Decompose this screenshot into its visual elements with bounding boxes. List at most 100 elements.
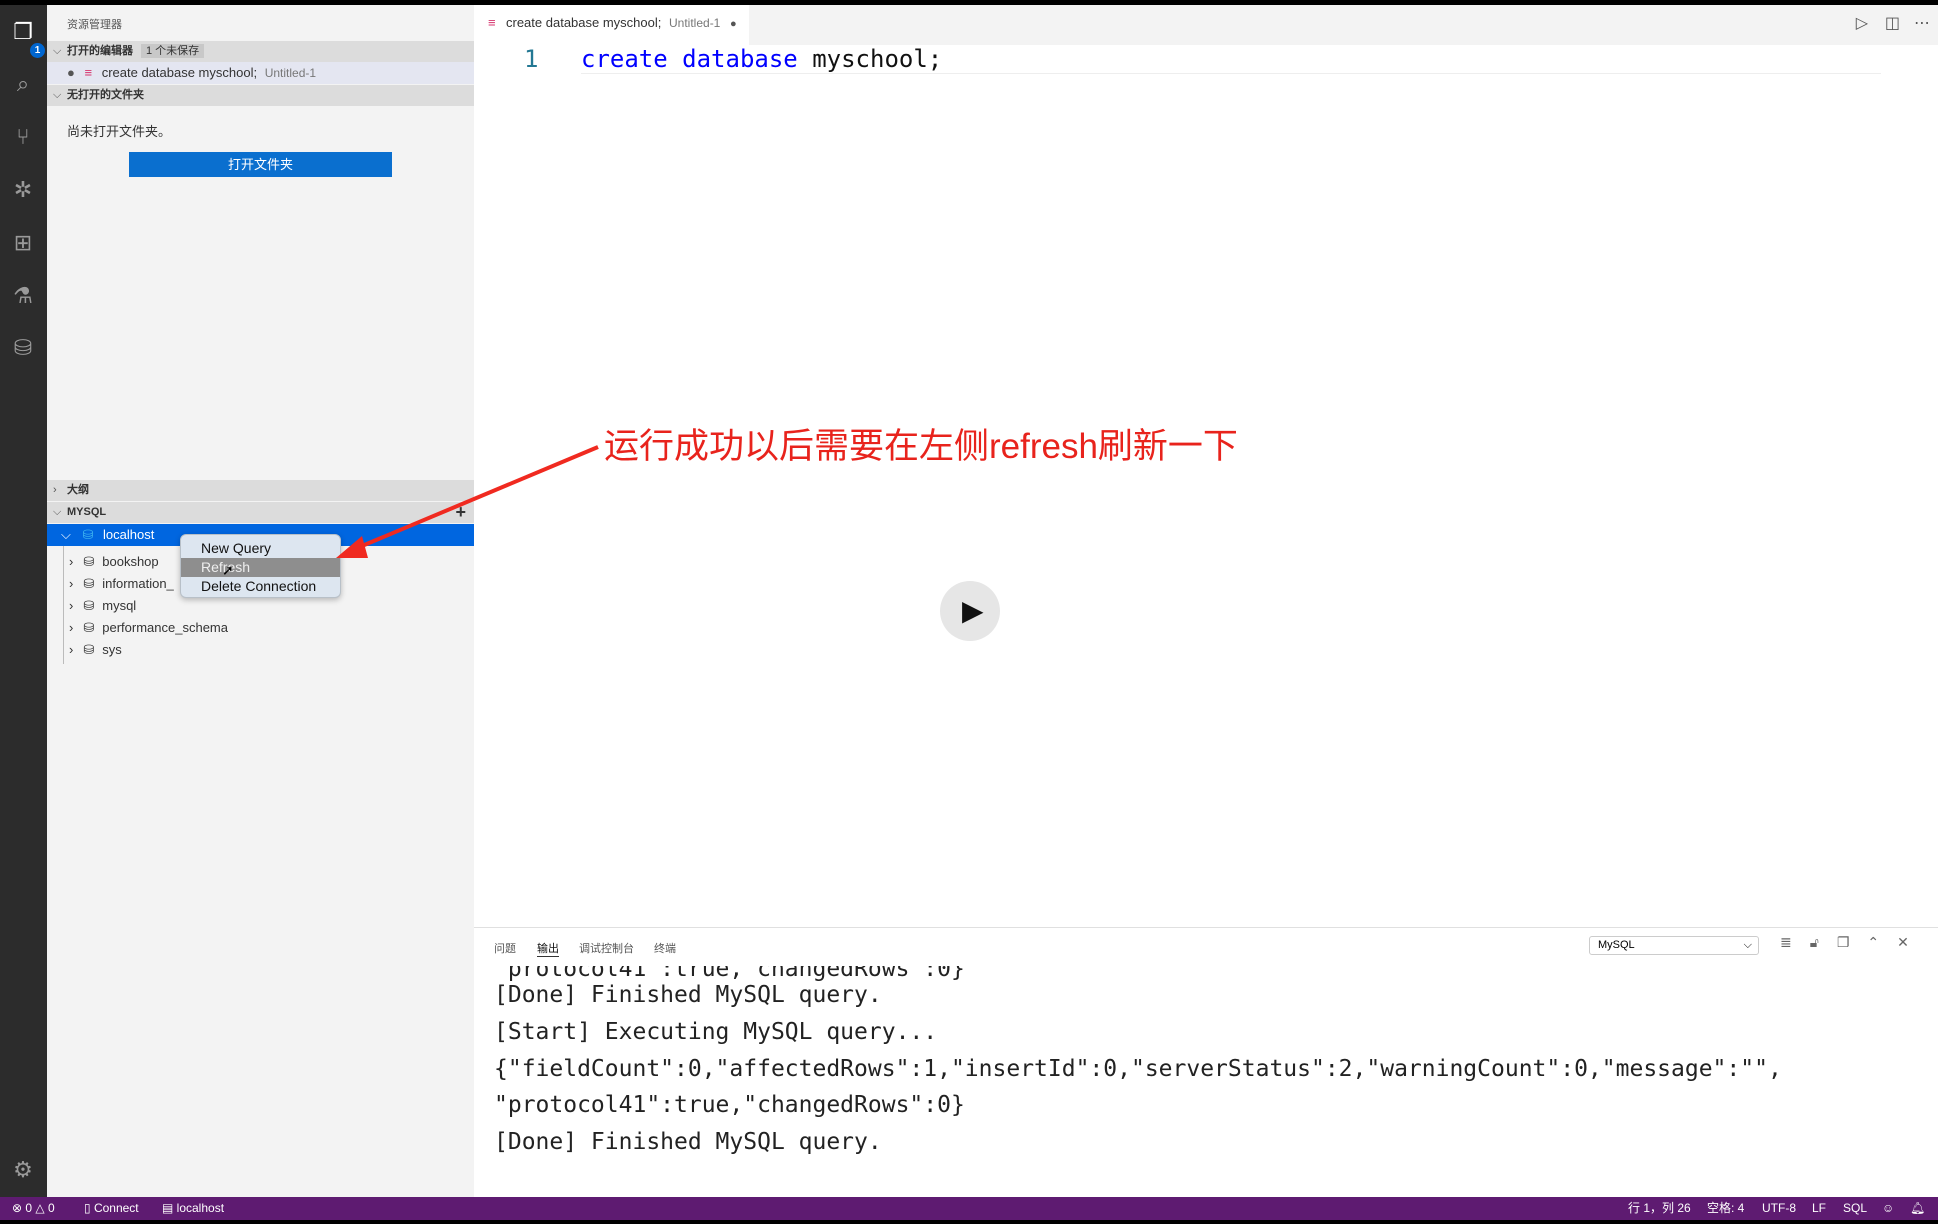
activity-bar: ❐ 1 ⌕ ⑂ ✲ ⊞ ⚗ ⛁ ⚙ <box>0 5 47 1197</box>
database-name: performance_schema <box>102 620 228 635</box>
bell-icon[interactable]: 🔔︎ <box>1910 1197 1925 1220</box>
open-editor-name: create database myschool; <box>101 65 258 80</box>
context-menu: New Query Refresh Delete Connection <box>180 534 341 598</box>
channel-value: MySQL <box>1598 939 1635 951</box>
editor: ≡ create database myschool; Untitled-1 ●… <box>474 5 1938 927</box>
output-line: [Done] Finished MySQL query. <box>494 1129 882 1155</box>
test-beaker-icon[interactable]: ⚗ <box>8 281 38 311</box>
chevron-down-icon: ⌵ <box>53 89 62 101</box>
indentation[interactable]: 空格: 4 <box>1707 1197 1744 1220</box>
play-button[interactable]: ▶ <box>940 581 1000 641</box>
code-text: myschool; <box>797 45 943 73</box>
copy-icon[interactable]: ❐ <box>1837 934 1850 951</box>
database-icon: ⛁ <box>83 554 95 569</box>
chevron-right-icon: › <box>53 484 57 496</box>
database-item[interactable]: › ⛁ performance_schema <box>47 617 474 639</box>
explorer-badge: 1 <box>30 43 45 58</box>
run-icon[interactable]: ▷ <box>1856 13 1868 33</box>
output-line: [Done] Finished MySQL query. <box>494 982 882 1008</box>
open-editors-header[interactable]: ⌵ 打开的编辑器 1 个未保存 <box>47 41 474 62</box>
encoding[interactable]: UTF-8 <box>1762 1197 1796 1220</box>
output-line: {"fieldCount":0,"affectedRows":1,"insert… <box>494 1056 1782 1082</box>
status-bar: ⊗ 0 △ 0 ▯ Connect ▤ localhost 行 1，列 26 空… <box>0 1197 1938 1220</box>
add-connection-icon[interactable]: + <box>455 502 466 523</box>
outline-header[interactable]: › 大纲 <box>47 480 474 501</box>
tab-bar: ≡ create database myschool; Untitled-1 ●… <box>474 5 1938 45</box>
cursor-position[interactable]: 行 1，列 26 <box>1628 1197 1691 1220</box>
line-number: 1 <box>524 45 539 73</box>
gear-icon[interactable]: ⚙ <box>8 1155 38 1185</box>
language-mode[interactable]: SQL <box>1843 1197 1867 1220</box>
code-line[interactable]: create database myschool; <box>581 45 942 73</box>
current-line-highlight <box>581 73 1881 74</box>
split-editor-icon[interactable]: ◫ <box>1885 13 1900 33</box>
tab-terminal[interactable]: 终端 <box>654 940 676 956</box>
editor-tab[interactable]: ≡ create database myschool; Untitled-1 ● <box>474 5 749 45</box>
end-of-line[interactable]: LF <box>1812 1197 1826 1220</box>
no-folder-message: 尚未打开文件夹。 <box>67 124 172 139</box>
menu-item-new-query[interactable]: New Query <box>181 539 340 558</box>
sidebar-title: 资源管理器 <box>67 19 122 31</box>
database-icon: ⛁ <box>83 620 95 635</box>
clear-output-icon[interactable]: ≣ <box>1780 934 1792 951</box>
open-editor-item[interactable]: ● ≡ create database myschool; Untitled-1 <box>47 62 474 84</box>
menu-item-delete-connection[interactable]: Delete Connection <box>181 577 340 596</box>
database-file-icon: ≡ <box>84 65 93 80</box>
database-name: sys <box>102 642 122 657</box>
tab-output[interactable]: 输出 <box>537 940 559 957</box>
open-folder-button[interactable]: 打开文件夹 <box>129 152 392 177</box>
connection-label: localhost <box>176 1201 225 1215</box>
source-control-icon[interactable]: ⑂ <box>8 122 38 152</box>
chevron-right-icon: › <box>69 576 74 591</box>
server-icon: ⛁ <box>82 527 94 542</box>
mouse-cursor-icon: ➚ <box>222 562 234 578</box>
connect-label: Connect <box>93 1201 139 1215</box>
database-name: bookshop <box>102 554 159 569</box>
play-icon: ▶ <box>962 595 984 626</box>
problems-status[interactable]: ⊗ 0 △ 0 <box>12 1197 55 1220</box>
database-icon: ⛁ <box>83 576 95 591</box>
no-folder-header[interactable]: ⌵ 无打开的文件夹 <box>47 85 474 106</box>
chevron-right-icon: › <box>69 642 74 657</box>
code-keyword: create <box>581 45 668 73</box>
menu-item-refresh[interactable]: Refresh <box>181 558 340 577</box>
close-panel-icon[interactable]: ✕ <box>1897 934 1909 951</box>
error-count: 0 <box>25 1201 33 1215</box>
more-actions-icon[interactable]: ⋯ <box>1914 13 1930 33</box>
database-icon: ⛁ <box>83 642 95 657</box>
maximize-panel-icon[interactable]: ⌃ <box>1867 934 1879 951</box>
panel-actions: ≣ 🔓︎ ❐ ⌃ ✕ <box>1780 934 1909 951</box>
database-file-icon: ≡ <box>488 15 496 30</box>
lock-icon[interactable]: 🔓︎ <box>1810 934 1819 951</box>
database-name: mysql <box>102 598 137 613</box>
annotation-text: 运行成功以后需要在左侧refresh刷新一下 <box>604 427 1238 466</box>
database-icon: ⛁ <box>83 598 95 613</box>
database-item[interactable]: › ⛁ sys <box>47 639 474 661</box>
database-item[interactable]: › ⛁ mysql <box>47 595 474 617</box>
output-content[interactable]: "protocol41":true,"changedRows":0} [Done… <box>474 956 1936 1198</box>
unsaved-dot-icon: ● <box>67 65 75 80</box>
tab-debug-console[interactable]: 调试控制台 <box>579 940 634 956</box>
sidebar: 资源管理器 ⌵ 打开的编辑器 1 个未保存 ● ≡ create database … <box>47 5 474 1197</box>
unsaved-badge: 1 个未保存 <box>141 44 205 58</box>
open-editors-label: 打开的编辑器 <box>67 45 133 57</box>
connection-status[interactable]: ▤ localhost <box>162 1197 224 1220</box>
output-channel-select[interactable]: MySQL ⌵ <box>1589 936 1759 955</box>
extensions-icon[interactable]: ⊞ <box>8 228 38 258</box>
chevron-down-icon: ⌵ <box>53 506 62 518</box>
tab-problems[interactable]: 问题 <box>494 940 516 956</box>
search-icon[interactable]: ⌕ <box>8 69 38 99</box>
outline-label: 大纲 <box>67 484 89 496</box>
connection-label: localhost <box>103 527 155 542</box>
output-panel: 问题 输出 调试控制台 终端 MySQL ⌵ ≣ 🔓︎ ❐ ⌃ ✕ "protocol41… <box>474 927 1938 1197</box>
connect-status[interactable]: ▯ Connect <box>84 1197 139 1220</box>
chevron-right-icon: › <box>69 554 74 569</box>
files-icon[interactable]: ❐ 1 <box>8 17 45 58</box>
mysql-header[interactable]: ⌵ MYSQL + <box>47 502 474 523</box>
database-icon[interactable]: ⛁ <box>8 333 38 363</box>
mysql-label: MYSQL <box>67 506 107 518</box>
open-editor-desc: Untitled-1 <box>264 66 317 80</box>
unsaved-dot-icon[interactable]: ● <box>730 18 737 30</box>
debug-icon[interactable]: ✲ <box>8 175 38 205</box>
feedback-icon[interactable]: ☺ <box>1882 1197 1894 1220</box>
